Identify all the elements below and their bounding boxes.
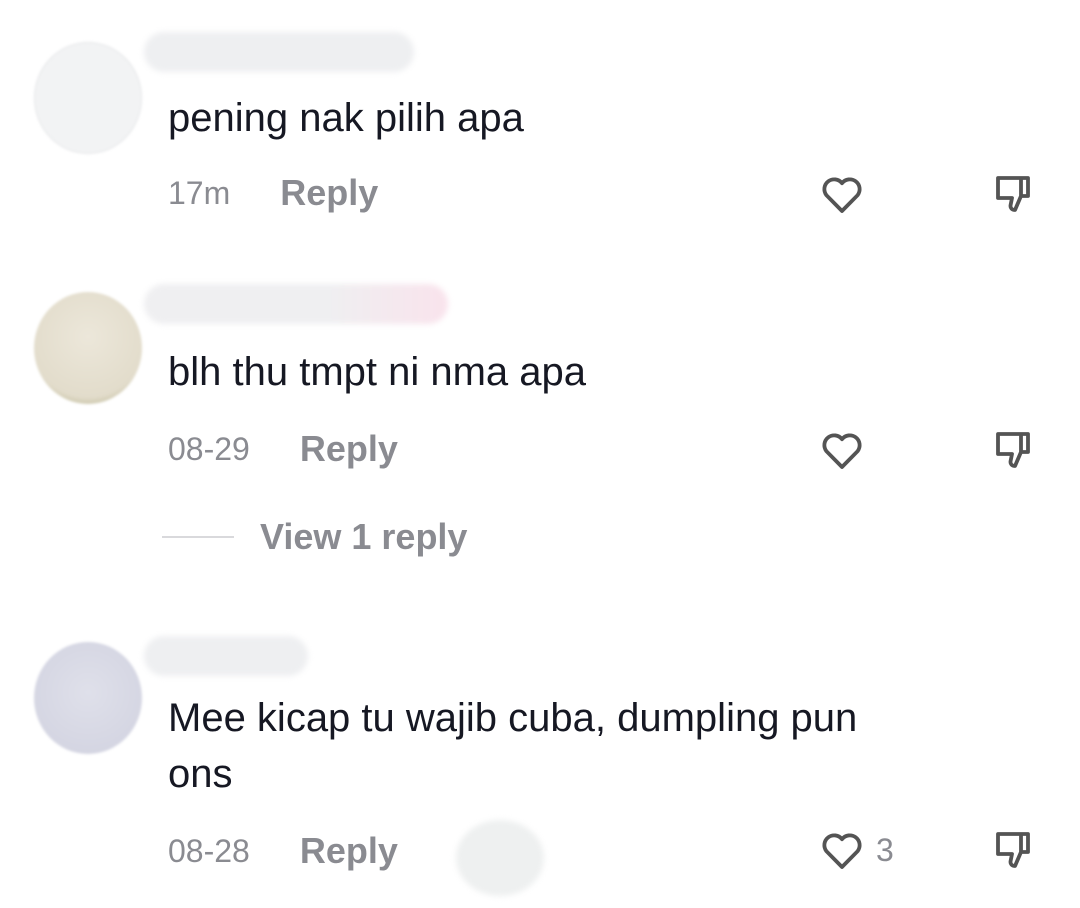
comment-timestamp: 08-28 <box>168 832 250 869</box>
redacted-sticker <box>456 820 544 896</box>
username-redacted <box>144 32 414 72</box>
comment-meta: 17m Reply <box>168 172 378 214</box>
username-redacted <box>144 284 448 324</box>
reply-button[interactable]: Reply <box>300 428 398 470</box>
reply-button[interactable]: Reply <box>280 172 378 214</box>
comment-timestamp: 08-29 <box>168 430 250 467</box>
comment-text: Mee kicap tu wajib cuba, dumpling pun on… <box>168 696 858 796</box>
comment-timestamp: 17m <box>168 174 231 211</box>
thumbs-down-icon[interactable] <box>990 426 1038 474</box>
comment-meta: 08-29 Reply <box>168 428 398 470</box>
thumbs-down-icon[interactable] <box>990 170 1038 218</box>
avatar[interactable] <box>34 42 142 154</box>
view-replies-label: View 1 reply <box>260 516 468 557</box>
comment-meta: 08-28 Reply <box>168 830 398 872</box>
heart-icon[interactable] <box>818 170 866 218</box>
heart-icon[interactable] <box>818 826 866 874</box>
view-replies-divider <box>162 536 234 538</box>
username-redacted <box>144 636 308 676</box>
heart-icon[interactable] <box>818 426 866 474</box>
comment-text: blh thu tmpt ni nma apa <box>168 350 587 394</box>
like-count: 3 <box>876 832 894 868</box>
view-replies-button[interactable]: View 1 reply <box>162 516 467 558</box>
thumbs-down-icon[interactable] <box>990 826 1038 874</box>
comment-text: pening nak pilih apa <box>168 96 524 140</box>
avatar[interactable] <box>34 292 142 404</box>
avatar[interactable] <box>34 642 142 754</box>
reply-button[interactable]: Reply <box>300 830 398 872</box>
